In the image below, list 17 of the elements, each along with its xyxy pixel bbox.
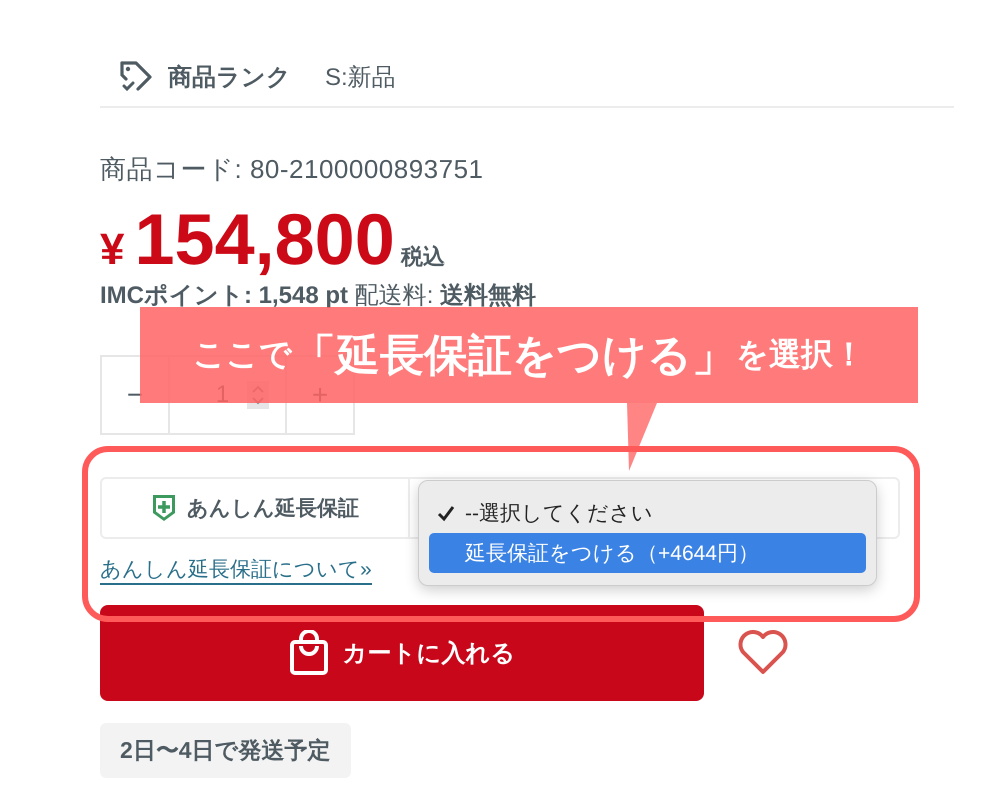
dropdown-option[interactable]: --選択してください xyxy=(429,493,866,533)
warranty-info-link[interactable]: あんしん延長保証について» xyxy=(100,555,372,585)
shipping-estimate: 2日〜4日で発送予定 xyxy=(100,723,351,778)
rank-label: 商品ランク xyxy=(168,63,291,93)
price-amount: 154,800 xyxy=(134,201,395,279)
add-to-cart-button[interactable]: カートに入れる xyxy=(100,605,704,701)
points-shipping-text: IMCポイント: 1,548 pt 配送料: 送料無料 xyxy=(100,281,538,311)
checkmark-icon xyxy=(437,504,455,522)
product-code: 商品コード: 80-2100000893751 xyxy=(100,153,485,186)
tax-note: 税込 xyxy=(400,243,445,271)
warranty-label: あんしん延長保証 xyxy=(187,496,359,522)
heart-icon[interactable] xyxy=(737,630,789,676)
rank-value: S:新品 xyxy=(325,63,396,93)
shopping-bag-icon xyxy=(288,630,328,676)
shield-plus-icon xyxy=(151,493,177,523)
currency-symbol: ¥ xyxy=(100,225,124,275)
dropdown-option[interactable]: 延長保証をつける（+4644円） xyxy=(429,533,866,573)
